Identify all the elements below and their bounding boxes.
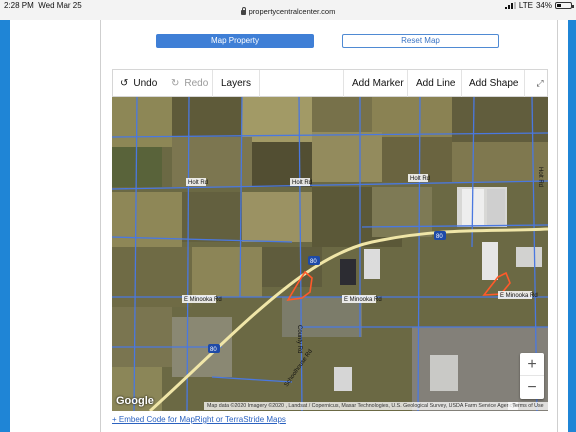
map-property-button[interactable]: Map Property — [156, 34, 314, 48]
url-text: propertycentralcenter.com — [248, 7, 336, 16]
add-shape-button[interactable]: Add Shape — [469, 70, 519, 97]
map-canvas: Holt Rd Holt Rd Holt Rd E Minooka Rd E M… — [112, 97, 548, 411]
terms-of-use-link[interactable]: Terms of Use — [508, 402, 548, 410]
address-bar[interactable]: propertycentralcenter.com — [0, 7, 576, 16]
fullscreen-icon[interactable]: ⤢ — [532, 70, 548, 97]
reset-map-button[interactable]: Reset Map — [342, 34, 499, 48]
undo-button[interactable]: ↺ Undo — [120, 70, 157, 97]
road-label: Holt Rd — [410, 176, 430, 182]
redo-icon: ↻ — [171, 78, 180, 89]
lock-icon — [240, 7, 246, 15]
zoom-control: + − — [520, 353, 544, 399]
interstate-shield: 80 — [310, 259, 317, 265]
signal-icon — [504, 2, 516, 9]
road-label: E Minooka Rd — [184, 297, 222, 303]
map-toolbar: ↺ Undo ↻ Redo Layers Add Marker Add Line A… — [112, 69, 548, 97]
road-label: County Rd — [296, 325, 302, 353]
undo-label: Undo — [133, 78, 158, 89]
battery-percent: 34% — [535, 1, 552, 10]
toolbar-divider — [259, 70, 260, 97]
status-indicators: LTE 34% — [504, 1, 574, 10]
toolbar-divider — [343, 70, 344, 97]
redo-label: Redo — [184, 78, 209, 89]
add-marker-button[interactable]: Add Marker — [352, 70, 404, 97]
toolbar-divider — [461, 70, 462, 97]
road-label: Holt Rd — [188, 180, 208, 186]
toolbar-divider — [524, 70, 525, 97]
carrier-label: LTE — [518, 1, 533, 10]
undo-icon: ↺ — [120, 78, 129, 89]
zoom-out-button[interactable]: − — [520, 376, 544, 399]
right-side-strip — [568, 20, 576, 432]
satellite-map[interactable]: Holt Rd Holt Rd Holt Rd E Minooka Rd E M… — [112, 97, 548, 411]
layers-button[interactable]: Layers — [221, 70, 251, 97]
redo-button[interactable]: ↻ Redo — [171, 70, 208, 97]
zoom-in-button[interactable]: + — [520, 353, 544, 376]
toolbar-divider — [407, 70, 408, 97]
battery-icon — [555, 2, 574, 9]
add-line-button[interactable]: Add Line — [416, 70, 455, 97]
interstate-shield: 80 — [210, 347, 217, 353]
road-label: E Minooka Rd — [344, 297, 382, 303]
left-side-strip — [0, 20, 10, 432]
embed-code-link[interactable]: + Embed Code for MapRight or TerraStride… — [112, 415, 286, 424]
map-attribution: Map data ©2020 Imagery ©2020 , Landsat /… — [204, 402, 518, 410]
status-bar: 2:28 PM Wed Mar 25 propertycentralcenter… — [0, 0, 576, 20]
toolbar-divider — [212, 70, 213, 97]
road-label: Holt Rd — [537, 167, 543, 187]
interstate-shield: 80 — [436, 234, 443, 240]
road-label: E Minooka Rd — [500, 293, 538, 299]
road-label: Holt Rd — [292, 180, 312, 186]
google-logo: Google — [116, 395, 154, 407]
